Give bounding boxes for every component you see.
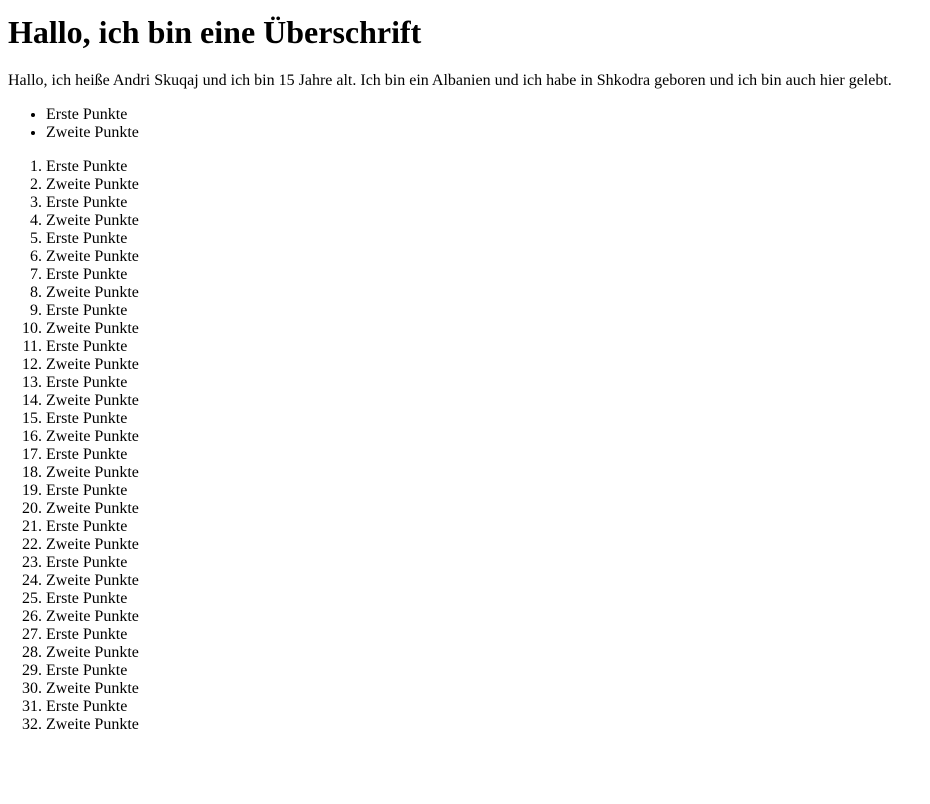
page-content: Hallo, ich bin eine Überschrift Hallo, i… [0,14,930,734]
numbered-list-item: Zweite Punkte [46,464,922,482]
numbered-list-item: Erste Punkte [46,446,922,464]
numbered-list-item: Zweite Punkte [46,428,922,446]
numbered-list-item: Zweite Punkte [46,320,922,338]
numbered-list-item: Erste Punkte [46,194,922,212]
numbered-list: Erste PunkteZweite PunkteErste PunkteZwe… [8,158,922,734]
bullet-list-item: Erste Punkte [46,106,922,124]
numbered-list-item: Zweite Punkte [46,536,922,554]
numbered-list-item: Zweite Punkte [46,500,922,518]
numbered-list-item: Zweite Punkte [46,644,922,662]
numbered-list-item: Zweite Punkte [46,212,922,230]
numbered-list-item: Erste Punkte [46,662,922,680]
numbered-list-item: Zweite Punkte [46,176,922,194]
numbered-list-item: Zweite Punkte [46,608,922,626]
bullet-list-item: Zweite Punkte [46,124,922,142]
numbered-list-item: Zweite Punkte [46,356,922,374]
numbered-list-item: Zweite Punkte [46,716,922,734]
numbered-list-item: Erste Punkte [46,590,922,608]
numbered-list-item: Erste Punkte [46,266,922,284]
numbered-list-item: Erste Punkte [46,158,922,176]
numbered-list-item: Erste Punkte [46,410,922,428]
numbered-list-item: Erste Punkte [46,518,922,536]
numbered-list-item: Erste Punkte [46,302,922,320]
numbered-list-item: Erste Punkte [46,374,922,392]
numbered-list-item: Zweite Punkte [46,572,922,590]
numbered-list-item: Erste Punkte [46,482,922,500]
numbered-list-item: Erste Punkte [46,626,922,644]
intro-paragraph: Hallo, ich heiße Andri Skuqaj und ich bi… [8,72,892,89]
numbered-list-item: Erste Punkte [46,230,922,248]
page-title: Hallo, ich bin eine Überschrift [8,14,422,50]
bullet-list: Erste PunkteZweite Punkte [8,106,922,142]
numbered-list-item: Zweite Punkte [46,248,922,266]
numbered-list-item: Zweite Punkte [46,680,922,698]
numbered-list-item: Zweite Punkte [46,284,922,302]
numbered-list-item: Erste Punkte [46,338,922,356]
numbered-list-item: Zweite Punkte [46,392,922,410]
numbered-list-item: Erste Punkte [46,554,922,572]
numbered-list-item: Erste Punkte [46,698,922,716]
